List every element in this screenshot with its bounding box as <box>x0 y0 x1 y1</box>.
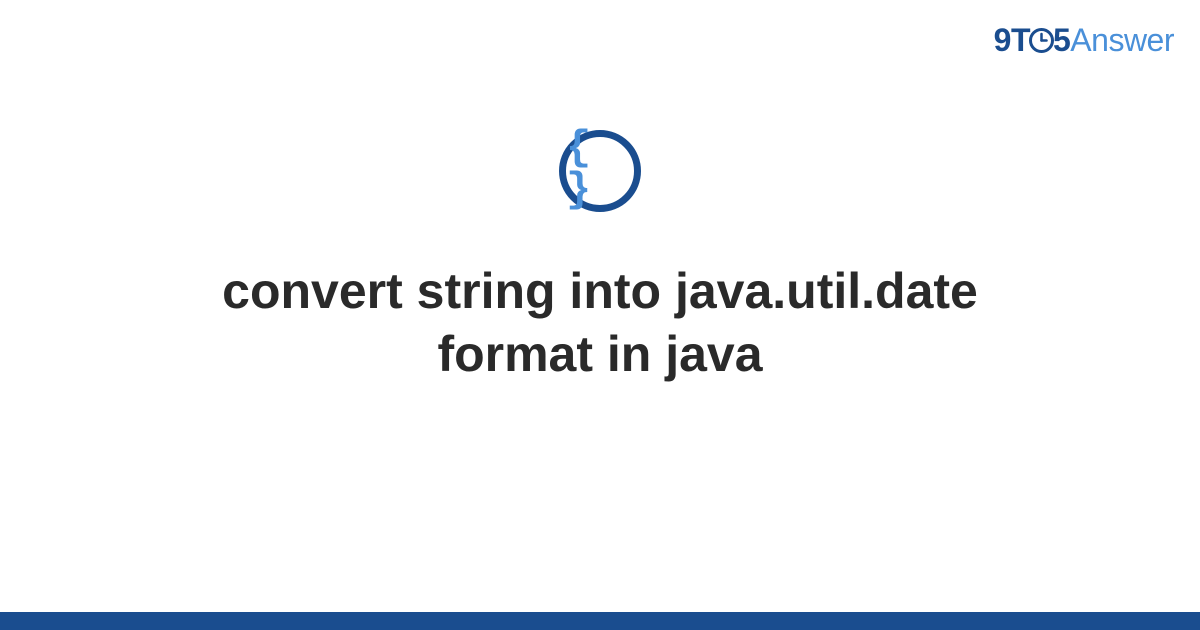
logo-nine: 9 <box>994 22 1011 58</box>
logo-five: 5 <box>1053 22 1070 58</box>
brace-glyph: { } <box>566 127 634 211</box>
footer-accent-bar <box>0 612 1200 630</box>
clock-icon <box>1028 27 1055 54</box>
code-braces-icon: { } <box>559 130 641 212</box>
site-logo: 9T5Answer <box>994 22 1174 59</box>
logo-answer: Answer <box>1070 22 1174 58</box>
main-content: { } convert string into java.util.date f… <box>0 130 1200 385</box>
page-title: convert string into java.util.date forma… <box>100 260 1100 385</box>
